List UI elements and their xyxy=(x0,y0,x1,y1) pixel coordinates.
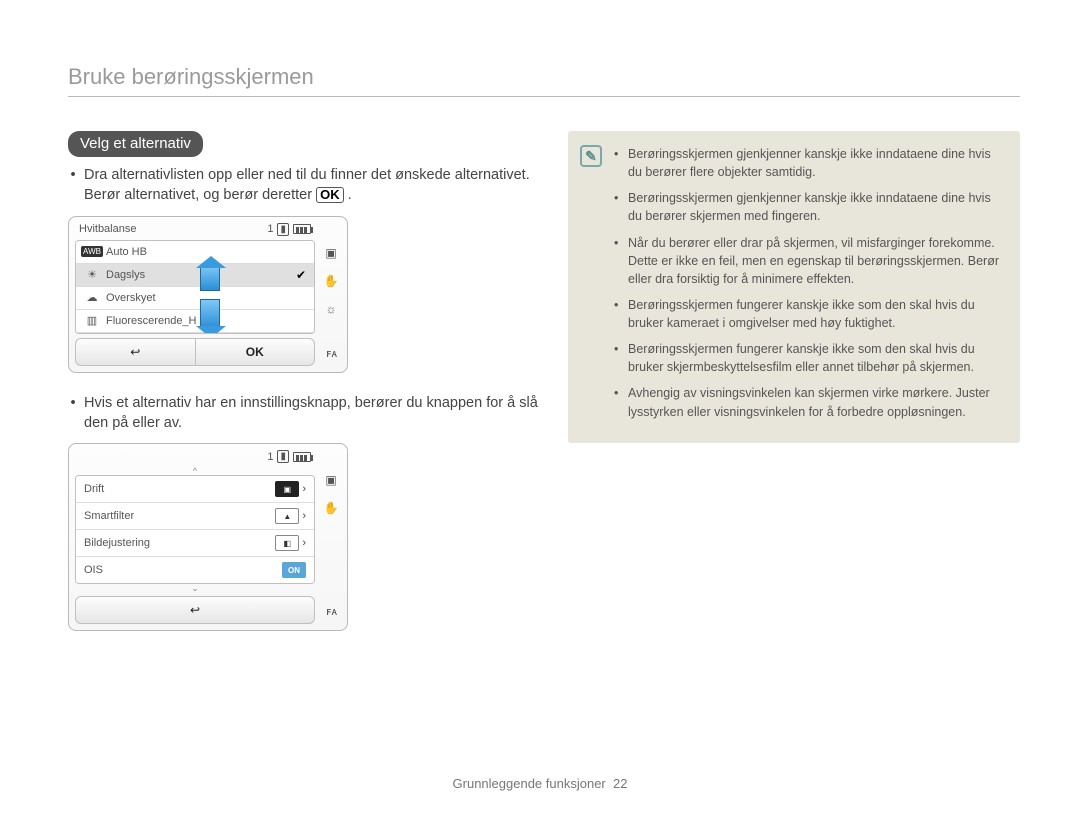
camera-screen-whitebalance: Hvitbalanse 1 ▮ AWB Auto HB xyxy=(68,216,348,373)
settings-list[interactable]: Drift ▣› Smartfilter ▲› Bildejustering ◧… xyxy=(75,475,315,584)
drive-mode-icon: ▣ xyxy=(275,481,299,497)
battery-icon xyxy=(293,452,311,462)
wb-fluo-label: Fluorescerende_H xyxy=(106,315,197,327)
ok-inline-icon: OK xyxy=(316,187,344,203)
footer-page-number: 22 xyxy=(613,776,627,791)
face-detect-icon: ▣ xyxy=(323,245,339,261)
cloud-icon: ☁ xyxy=(84,291,100,305)
page-footer: Grunnleggende funksjoner 22 xyxy=(0,776,1080,791)
row-smartfilter-label: Smartfilter xyxy=(84,510,134,522)
intro-bullet: • Dra alternativlisten opp eller ned til… xyxy=(68,165,538,206)
list-item[interactable]: OIS ON xyxy=(76,557,314,583)
sd-card-icon: ▮ xyxy=(277,223,289,236)
chevron-right-icon: › xyxy=(302,483,306,495)
caret-down-icon[interactable]: ⌄ xyxy=(75,584,315,592)
info-note: ✎ •Berøringsskjermen gjenkjenner kanskje… xyxy=(568,131,1020,443)
note-item: •Berøringsskjermen fungerer kanskje ikke… xyxy=(614,340,1002,376)
check-icon: ✔ xyxy=(296,268,306,282)
cam2-footer: ↩ xyxy=(75,596,315,624)
list-item[interactable]: Bildejustering ◧› xyxy=(76,530,314,557)
ois-toggle[interactable]: ON xyxy=(282,562,306,578)
bullet-dot: • xyxy=(68,393,78,434)
battery-icon xyxy=(293,224,311,234)
flash-auto-icon: ꜰᴀ xyxy=(326,605,337,618)
list-item[interactable]: ☁ Overskyet xyxy=(76,287,314,310)
note-item: •Når du berører eller drar på skjermen, … xyxy=(614,234,1002,288)
wb-daylight-label: Dagslys xyxy=(106,269,145,281)
list-item[interactable]: Drift ▣› xyxy=(76,476,314,503)
row-imageadjust-label: Bildejustering xyxy=(84,537,150,549)
intro-suffix: . xyxy=(348,187,352,203)
camera-screen-settings: 1 ▮ ^ Drift ▣› Smartfilter ▲› xyxy=(68,443,348,631)
note-item: •Berøringsskjermen gjenkjenner kanskje i… xyxy=(614,189,1002,225)
list-item[interactable]: ☀ Dagslys ✔ xyxy=(76,264,314,287)
section-heading: Velg et alternativ xyxy=(68,131,203,157)
hand-ois-icon: ✋ xyxy=(323,500,339,516)
mid-text: Hvis et alternativ har en innstillingskn… xyxy=(84,393,538,434)
note-item: •Avhengig av visningsvinkelen kan skjerm… xyxy=(614,384,1002,420)
note-item: •Berøringsskjermen fungerer kanskje ikke… xyxy=(614,296,1002,332)
smartfilter-icon: ▲ xyxy=(275,508,299,524)
caret-up-icon[interactable]: ^ xyxy=(75,467,315,475)
note-icon: ✎ xyxy=(580,145,602,167)
row-drift-label: Drift xyxy=(84,483,104,495)
list-item[interactable]: AWB Auto HB xyxy=(76,241,314,264)
chevron-right-icon: › xyxy=(302,537,306,549)
awb-icon: AWB xyxy=(81,246,103,257)
wb-cloudy-label: Overskyet xyxy=(106,292,156,304)
flash-auto-icon: ꜰᴀ xyxy=(326,347,337,360)
sd-card-icon: ▮ xyxy=(277,450,289,463)
row-ois-label: OIS xyxy=(84,564,103,576)
note-item: •Berøringsskjermen gjenkjenner kanskje i… xyxy=(614,145,1002,181)
fluorescent-icon: ▥ xyxy=(84,314,100,328)
intro-text: Dra alternativlisten opp eller ned til d… xyxy=(84,167,530,203)
page-title: Bruke berøringsskjermen xyxy=(68,64,1020,97)
cam1-count: 1 xyxy=(267,223,273,235)
mid-bullet: • Hvis et alternativ har en innstillings… xyxy=(68,393,538,434)
footer-label: Grunnleggende funksjoner xyxy=(453,776,606,791)
sun-icon: ☀ xyxy=(84,268,100,282)
list-item[interactable]: Smartfilter ▲› xyxy=(76,503,314,530)
ok-button[interactable]: OK xyxy=(196,339,315,365)
chevron-right-icon: › xyxy=(302,510,306,522)
bullet-dot: • xyxy=(68,165,78,206)
list-item[interactable]: ▥ Fluorescerende_H xyxy=(76,310,314,333)
hand-ois-icon: ✋ xyxy=(323,273,339,289)
cam1-title: Hvitbalanse xyxy=(79,223,136,235)
cam1-footer: ↩ OK xyxy=(75,338,315,366)
whitebalance-list[interactable]: AWB Auto HB ☀ Dagslys ✔ ☁ Overskyet xyxy=(75,240,315,334)
face-detect-icon: ▣ xyxy=(323,472,339,488)
back-button[interactable]: ↩ xyxy=(76,597,314,623)
back-button[interactable]: ↩ xyxy=(76,339,195,365)
wb-auto-label: Auto HB xyxy=(106,246,147,258)
imageadjust-icon: ◧ xyxy=(275,535,299,551)
cam2-count: 1 xyxy=(267,451,273,463)
brightness-icon: ☼ xyxy=(323,301,339,317)
